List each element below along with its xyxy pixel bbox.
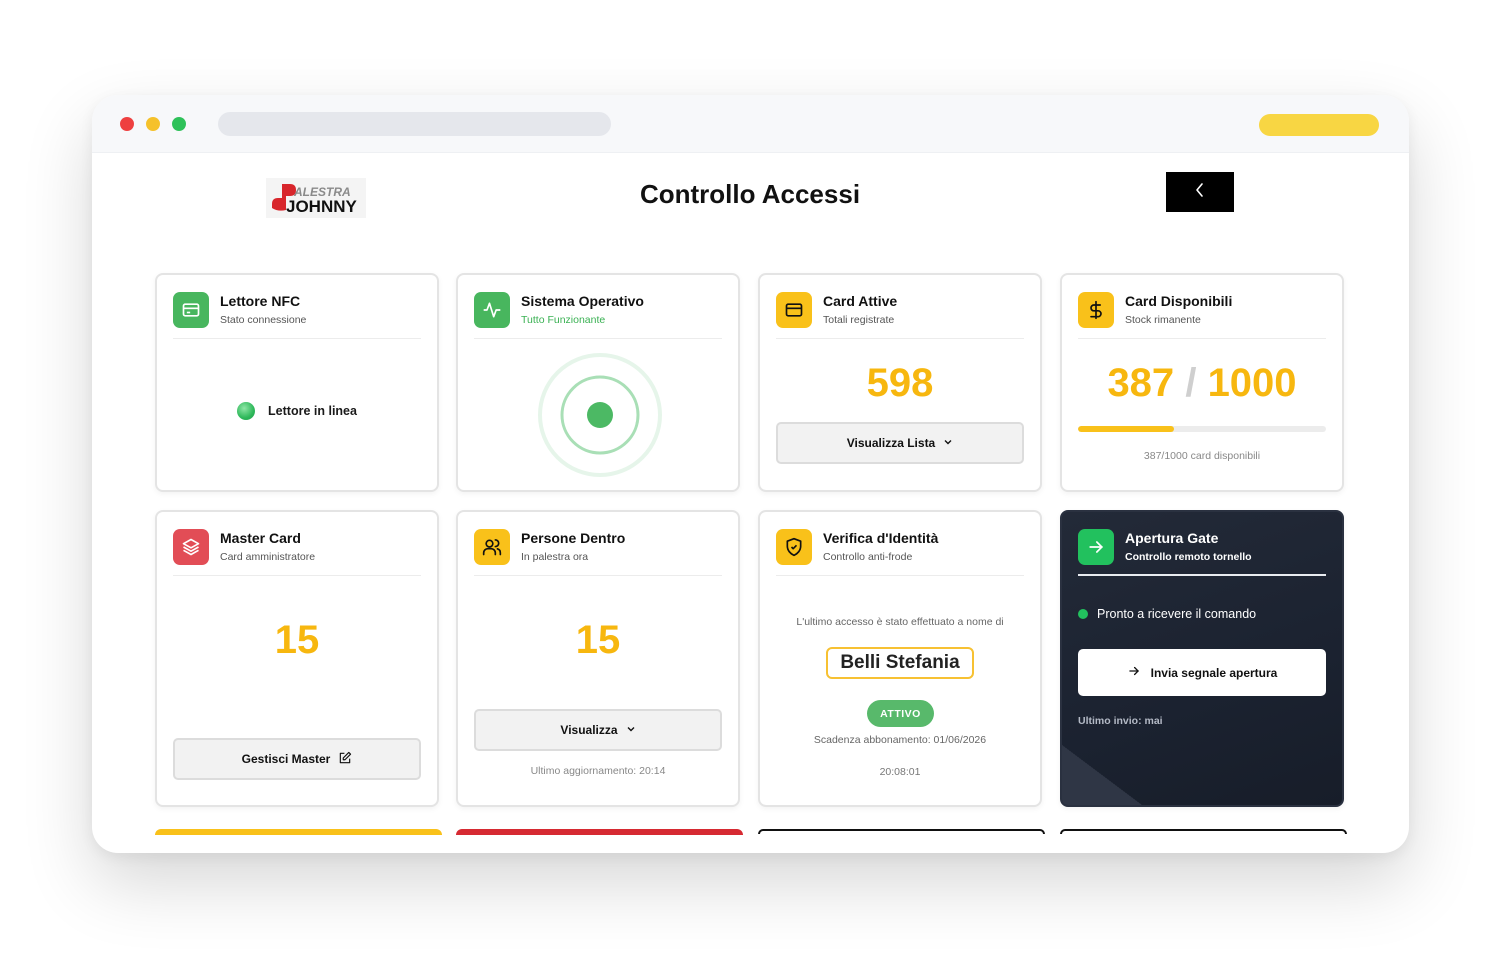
activity-icon [474, 292, 510, 328]
decorative-corner [1062, 745, 1142, 805]
card-subtitle: Controllo anti-frode [823, 551, 913, 563]
reader-status: Lettore in linea [157, 402, 437, 420]
card-people-inside: Persone Dentro In palestra ora 15 Visual… [456, 510, 740, 807]
active-cards-count: 598 [866, 361, 934, 405]
layers-icon [173, 529, 209, 565]
online-indicator-icon [237, 402, 256, 420]
status-badge: ATTIVO [867, 700, 934, 727]
credit-card-icon [173, 292, 209, 328]
chevron-down-icon [626, 723, 636, 737]
system-pulse-indicator [538, 353, 662, 482]
card-subtitle: In palestra ora [521, 551, 589, 563]
available-count: 387 [1107, 361, 1175, 405]
gate-status-text: Pronto a ricevere il comando [1097, 607, 1257, 621]
gate-status: Pronto a ricevere il comando [1078, 607, 1256, 621]
next-card-strip [456, 829, 743, 835]
master-card-count: 15 [274, 618, 320, 662]
card-subtitle: Tutto Funzionante [521, 314, 606, 326]
status-dot-icon [1078, 609, 1088, 619]
browser-toolbar [92, 95, 1409, 153]
back-button[interactable] [1166, 172, 1234, 212]
last-access-intro: L'ultimo accesso è stato effettuato a no… [796, 616, 1004, 628]
member-name: Belli Stefania [826, 647, 974, 679]
page-title: Controllo Accessi [639, 179, 861, 209]
card-subtitle: Stato connessione [220, 314, 307, 326]
svg-text:JOHNNY: JOHNNY [286, 197, 358, 216]
close-window-dot[interactable] [120, 117, 134, 131]
card-title: Card Disponibili [1125, 293, 1233, 309]
card-header: Lettore NFC Stato connessione [173, 291, 421, 339]
card-title: Sistema Operativo [521, 293, 644, 309]
view-people-label: Visualizza [560, 723, 618, 737]
card-header: Persone Dentro In palestra ora [474, 528, 722, 576]
gym-logo: ALESTRA JOHNNY [266, 178, 366, 218]
last-sent-text: Ultimo invio: mai [1078, 715, 1163, 727]
card-title: Verifica d'Identità [823, 530, 939, 546]
card-header: Card Disponibili Stock rimanente [1078, 291, 1326, 339]
card-header: Card Attive Totali registrate [776, 291, 1024, 339]
next-card-strip [758, 829, 1045, 834]
next-card-strip [1060, 829, 1347, 834]
available-cards-count: 387 / 1000 [1062, 361, 1342, 406]
stock-caption: 387/1000 card disponibili [1143, 450, 1261, 462]
count-separator: / [1185, 361, 1197, 405]
users-icon [474, 529, 510, 565]
card-identity-check: Verifica d'Identità Controllo anti-frode… [758, 510, 1042, 807]
card-nfc-reader: Lettore NFC Stato connessione Lettore in… [155, 273, 439, 492]
view-people-button[interactable]: Visualizza [474, 709, 722, 751]
card-master: Master Card Card amministratore 15 Gesti… [155, 510, 439, 807]
subscription-expiry: Scadenza abbonamento: 01/06/2026 [813, 734, 987, 746]
arrow-right-icon [1078, 529, 1114, 565]
minimize-window-dot[interactable] [146, 117, 160, 131]
shield-icon [776, 529, 812, 565]
card-subtitle: Totali registrate [823, 314, 895, 326]
card-subtitle: Stock rimanente [1125, 314, 1201, 326]
edit-icon [338, 751, 352, 768]
card-subtitle: Card amministratore [220, 551, 316, 563]
credit-card-icon [776, 292, 812, 328]
arrow-right-icon [1127, 664, 1141, 681]
card-header: Verifica d'Identità Controllo anti-frode [776, 528, 1024, 576]
toolbar-pill [1259, 114, 1379, 136]
card-subtitle: Controllo remoto tornello [1125, 551, 1252, 563]
stock-progress-fill [1078, 426, 1174, 432]
card-system-status: Sistema Operativo Tutto Funzionante [456, 273, 740, 492]
send-open-signal-label: Invia segnale apertura [1150, 665, 1278, 680]
maximize-window-dot[interactable] [172, 117, 186, 131]
card-title: Master Card [220, 530, 301, 546]
reader-status-text: Lettore in linea [268, 404, 357, 418]
card-header: Sistema Operativo Tutto Funzionante [474, 291, 722, 339]
chevron-left-icon [1194, 182, 1206, 203]
view-list-button[interactable]: Visualizza Lista [776, 422, 1024, 464]
card-title: Apertura Gate [1125, 530, 1219, 546]
next-card-strip [155, 829, 442, 835]
card-header: Master Card Card amministratore [173, 528, 421, 576]
address-bar[interactable] [218, 112, 611, 136]
chevron-down-icon [943, 436, 953, 450]
total-count: 1000 [1207, 361, 1297, 405]
card-available-cards: Card Disponibili Stock rimanente 387 / 1… [1060, 273, 1344, 492]
manage-master-label: Gestisci Master [241, 752, 331, 766]
card-header: Apertura Gate Controllo remoto tornello [1078, 528, 1326, 576]
dollar-icon [1078, 292, 1114, 328]
last-update-text: Ultimo aggiornamento: 20:14 [530, 765, 666, 777]
send-open-signal-button[interactable]: Invia segnale apertura [1078, 649, 1326, 696]
view-list-label: Visualizza Lista [846, 436, 936, 450]
browser-window: ALESTRA JOHNNY Controllo Accessi Lettore… [92, 95, 1409, 853]
card-title: Lettore NFC [220, 293, 301, 309]
card-active-cards: Card Attive Totali registrate 598 Visual… [758, 273, 1042, 492]
card-title: Card Attive [823, 293, 898, 309]
access-time: 20:08:01 [879, 766, 921, 778]
card-title: Persone Dentro [521, 530, 626, 546]
people-inside-count: 15 [575, 618, 621, 662]
manage-master-button[interactable]: Gestisci Master [173, 738, 421, 780]
card-gate-control: Apertura Gate Controllo remoto tornello … [1060, 510, 1344, 807]
stock-progress-bar [1078, 426, 1326, 432]
